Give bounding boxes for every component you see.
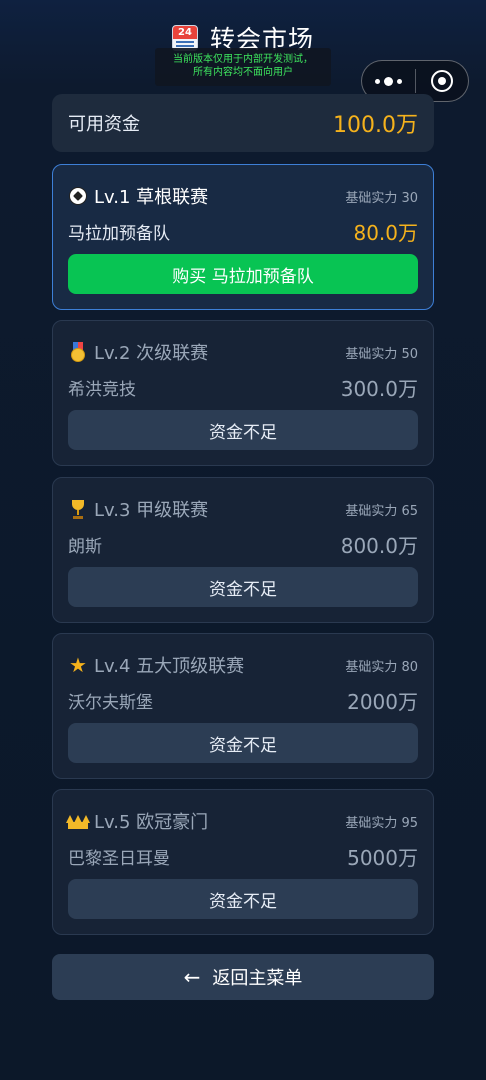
funds-label: 可用资金 bbox=[68, 114, 140, 135]
soccer-ball-icon bbox=[68, 186, 88, 206]
tier-level: Lv.5 欧冠豪门 bbox=[94, 812, 209, 833]
team-price: 2000万 bbox=[347, 690, 418, 714]
team-name: 巴黎圣日耳曼 bbox=[68, 849, 170, 869]
arrow-left-icon: ← bbox=[183, 965, 201, 989]
team-name: 沃尔夫斯堡 bbox=[68, 693, 153, 713]
crown-icon bbox=[66, 811, 90, 831]
debug-tip: 当前版本仅用于内部开发测试， 所有内容均不面向用户 bbox=[155, 48, 331, 86]
team-price: 300.0万 bbox=[340, 377, 418, 401]
team-name: 马拉加预备队 bbox=[68, 224, 170, 244]
team-name: 朗斯 bbox=[68, 537, 102, 557]
team-name: 希洪竞技 bbox=[68, 380, 136, 400]
tier-level: Lv.2 次级联赛 bbox=[94, 343, 209, 364]
tier-base-strength: 基础实力 30 bbox=[345, 190, 418, 206]
available-funds-panel: 可用资金 100.0万 bbox=[52, 94, 434, 152]
insufficient-funds-button[interactable]: 资金不足 bbox=[68, 879, 418, 919]
tier-card-lv1: Lv.1 草根联赛 基础实力 30 马拉加预备队 80.0万 购买 马拉加预备队 bbox=[52, 164, 434, 310]
back-button-label: 返回主菜单 bbox=[212, 968, 303, 989]
calendar-icon-number: 24 bbox=[172, 26, 197, 39]
star-icon: ★ bbox=[69, 653, 87, 677]
medal-icon bbox=[68, 342, 88, 362]
debug-tip-line-2: 所有内容均不面向用户 bbox=[193, 67, 293, 78]
tier-base-strength: 基础实力 50 bbox=[345, 346, 418, 362]
tier-card-lv3: Lv.3 甲级联赛 基础实力 65 朗斯 800.0万 资金不足 bbox=[52, 477, 434, 623]
back-to-main-menu-button[interactable]: ← 返回主菜单 bbox=[52, 954, 434, 1000]
tier-base-strength: 基础实力 80 bbox=[345, 659, 418, 675]
transfer-market-page: 24 转会市场 当前版本仅用于内部开发测试， 所有内容均不面向用户 可用资金 1… bbox=[0, 0, 486, 1080]
tier-card-lv5: Lv.5 欧冠豪门 基础实力 95 巴黎圣日耳曼 5000万 资金不足 bbox=[52, 789, 434, 935]
tier-card-lv4: ★ Lv.4 五大顶级联赛 基础实力 80 沃尔夫斯堡 2000万 资金不足 bbox=[52, 633, 434, 779]
tier-base-strength: 基础实力 65 bbox=[345, 503, 418, 519]
tier-base-strength: 基础实力 95 bbox=[345, 815, 418, 831]
trophy-icon bbox=[68, 499, 88, 519]
team-price: 5000万 bbox=[347, 846, 418, 870]
team-price: 80.0万 bbox=[353, 221, 418, 245]
insufficient-funds-button[interactable]: 资金不足 bbox=[68, 723, 418, 763]
tier-level: Lv.4 五大顶级联赛 bbox=[94, 656, 245, 677]
tier-card-lv2: Lv.2 次级联赛 基础实力 50 希洪竞技 300.0万 资金不足 bbox=[52, 320, 434, 466]
debug-tip-line-1: 当前版本仅用于内部开发测试， bbox=[173, 54, 313, 65]
insufficient-funds-button[interactable]: 资金不足 bbox=[68, 410, 418, 450]
funds-value: 100.0万 bbox=[333, 113, 418, 138]
header: 24 转会市场 当前版本仅用于内部开发测试， 所有内容均不面向用户 bbox=[0, 0, 486, 102]
buy-team-button[interactable]: 购买 马拉加预备队 bbox=[68, 254, 418, 294]
insufficient-funds-button[interactable]: 资金不足 bbox=[68, 567, 418, 607]
tier-level: Lv.3 甲级联赛 bbox=[94, 500, 209, 521]
tier-level: Lv.1 草根联赛 bbox=[94, 187, 209, 208]
team-price: 800.0万 bbox=[340, 534, 418, 558]
